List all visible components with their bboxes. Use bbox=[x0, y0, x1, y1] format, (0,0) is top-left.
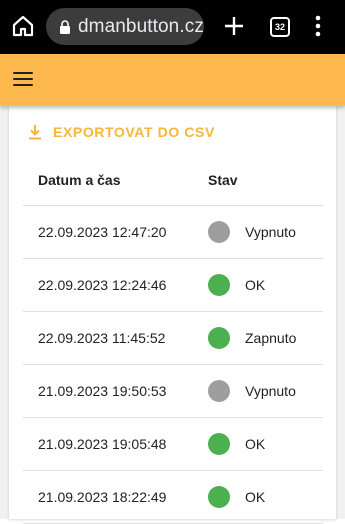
status-dot-icon bbox=[208, 486, 230, 508]
hamburger-menu-icon[interactable] bbox=[13, 72, 33, 88]
table-row: 22.09.2023 12:47:20 Vypnuto bbox=[23, 206, 323, 259]
table-row: 21.09.2023 19:05:48 OK bbox=[23, 418, 323, 471]
new-tab-icon[interactable] bbox=[222, 14, 246, 38]
tab-switcher-button[interactable]: 32 bbox=[270, 17, 290, 37]
export-csv-label: EXPORTOVAT DO CSV bbox=[53, 124, 215, 140]
export-csv-button[interactable]: EXPORTOVAT DO CSV bbox=[28, 124, 215, 140]
table-row: 22.09.2023 11:45:52 Zapnuto bbox=[23, 312, 323, 365]
cell-datetime: 21.09.2023 18:22:49 bbox=[38, 489, 167, 505]
more-options-icon[interactable] bbox=[310, 14, 326, 38]
status-dot-icon bbox=[208, 380, 230, 402]
column-header-state: Stav bbox=[208, 172, 238, 188]
cell-state: Vypnuto bbox=[245, 383, 296, 399]
status-dot-icon bbox=[208, 433, 230, 455]
cell-datetime: 22.09.2023 11:45:52 bbox=[38, 330, 166, 346]
cell-state: Zapnuto bbox=[245, 330, 297, 346]
table-row: 21.09.2023 18:22:49 OK bbox=[23, 471, 323, 524]
cell-datetime: 22.09.2023 12:47:20 bbox=[38, 224, 167, 240]
table-row: 21.09.2023 19:50:53 Vypnuto bbox=[23, 365, 323, 418]
table-row: 22.09.2023 12:24:46 OK bbox=[23, 259, 323, 312]
browser-toolbar: dmanbutton.cz 32 bbox=[0, 0, 345, 54]
status-dot-icon bbox=[208, 221, 230, 243]
status-dot-icon bbox=[208, 274, 230, 296]
history-card: EXPORTOVAT DO CSV Datum a čas Stav 22.09… bbox=[9, 106, 336, 524]
cell-datetime: 22.09.2023 12:24:46 bbox=[38, 277, 167, 293]
cell-state: OK bbox=[245, 489, 266, 505]
cell-state: Vypnuto bbox=[245, 224, 296, 240]
table-header: Datum a čas Stav bbox=[23, 158, 323, 206]
status-dot-icon bbox=[208, 327, 230, 349]
cell-state: OK bbox=[245, 277, 266, 293]
tab-count: 32 bbox=[274, 22, 285, 32]
app-header bbox=[0, 54, 345, 106]
download-icon bbox=[29, 125, 41, 140]
home-icon[interactable] bbox=[11, 14, 35, 38]
url-text: dmanbutton.cz bbox=[78, 15, 204, 37]
lock-icon bbox=[60, 19, 70, 34]
cell-datetime: 21.09.2023 19:05:48 bbox=[38, 436, 167, 452]
column-header-datetime: Datum a čas bbox=[38, 172, 121, 188]
cell-datetime: 21.09.2023 19:50:53 bbox=[38, 383, 167, 399]
cell-state: OK bbox=[245, 436, 266, 452]
address-bar[interactable]: dmanbutton.cz bbox=[46, 8, 204, 45]
page-content: EXPORTOVAT DO CSV Datum a čas Stav 22.09… bbox=[0, 106, 345, 524]
